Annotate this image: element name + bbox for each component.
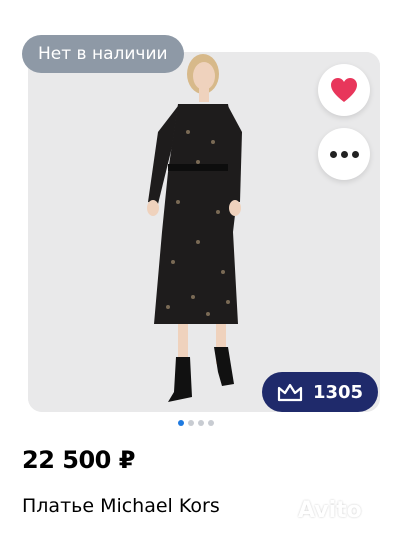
out-of-stock-badge: Нет в наличии [22, 35, 184, 73]
views-count: 1305 [312, 381, 364, 403]
more-dots-icon [329, 150, 337, 158]
pager-dot[interactable] [178, 420, 184, 426]
more-dots-icon [351, 150, 359, 158]
more-options-button[interactable] [318, 128, 370, 180]
more-dots-icon [340, 150, 348, 158]
favorite-button[interactable] [318, 64, 370, 116]
pager-dot[interactable] [208, 420, 214, 426]
photo-pager[interactable] [178, 420, 214, 426]
avito-watermark: Avito [298, 498, 362, 523]
price: 22 500 ₽ [22, 446, 135, 474]
pager-dot[interactable] [188, 420, 194, 426]
heart-icon [331, 78, 357, 102]
listing-title[interactable]: Платье Michael Kors [22, 495, 220, 517]
crown-icon [277, 383, 303, 402]
listing-card[interactable]: Нет в наличии 1305 22 500 ₽ Платье Micha… [0, 0, 402, 540]
views-badge: 1305 [262, 372, 378, 412]
pager-dot[interactable] [198, 420, 204, 426]
